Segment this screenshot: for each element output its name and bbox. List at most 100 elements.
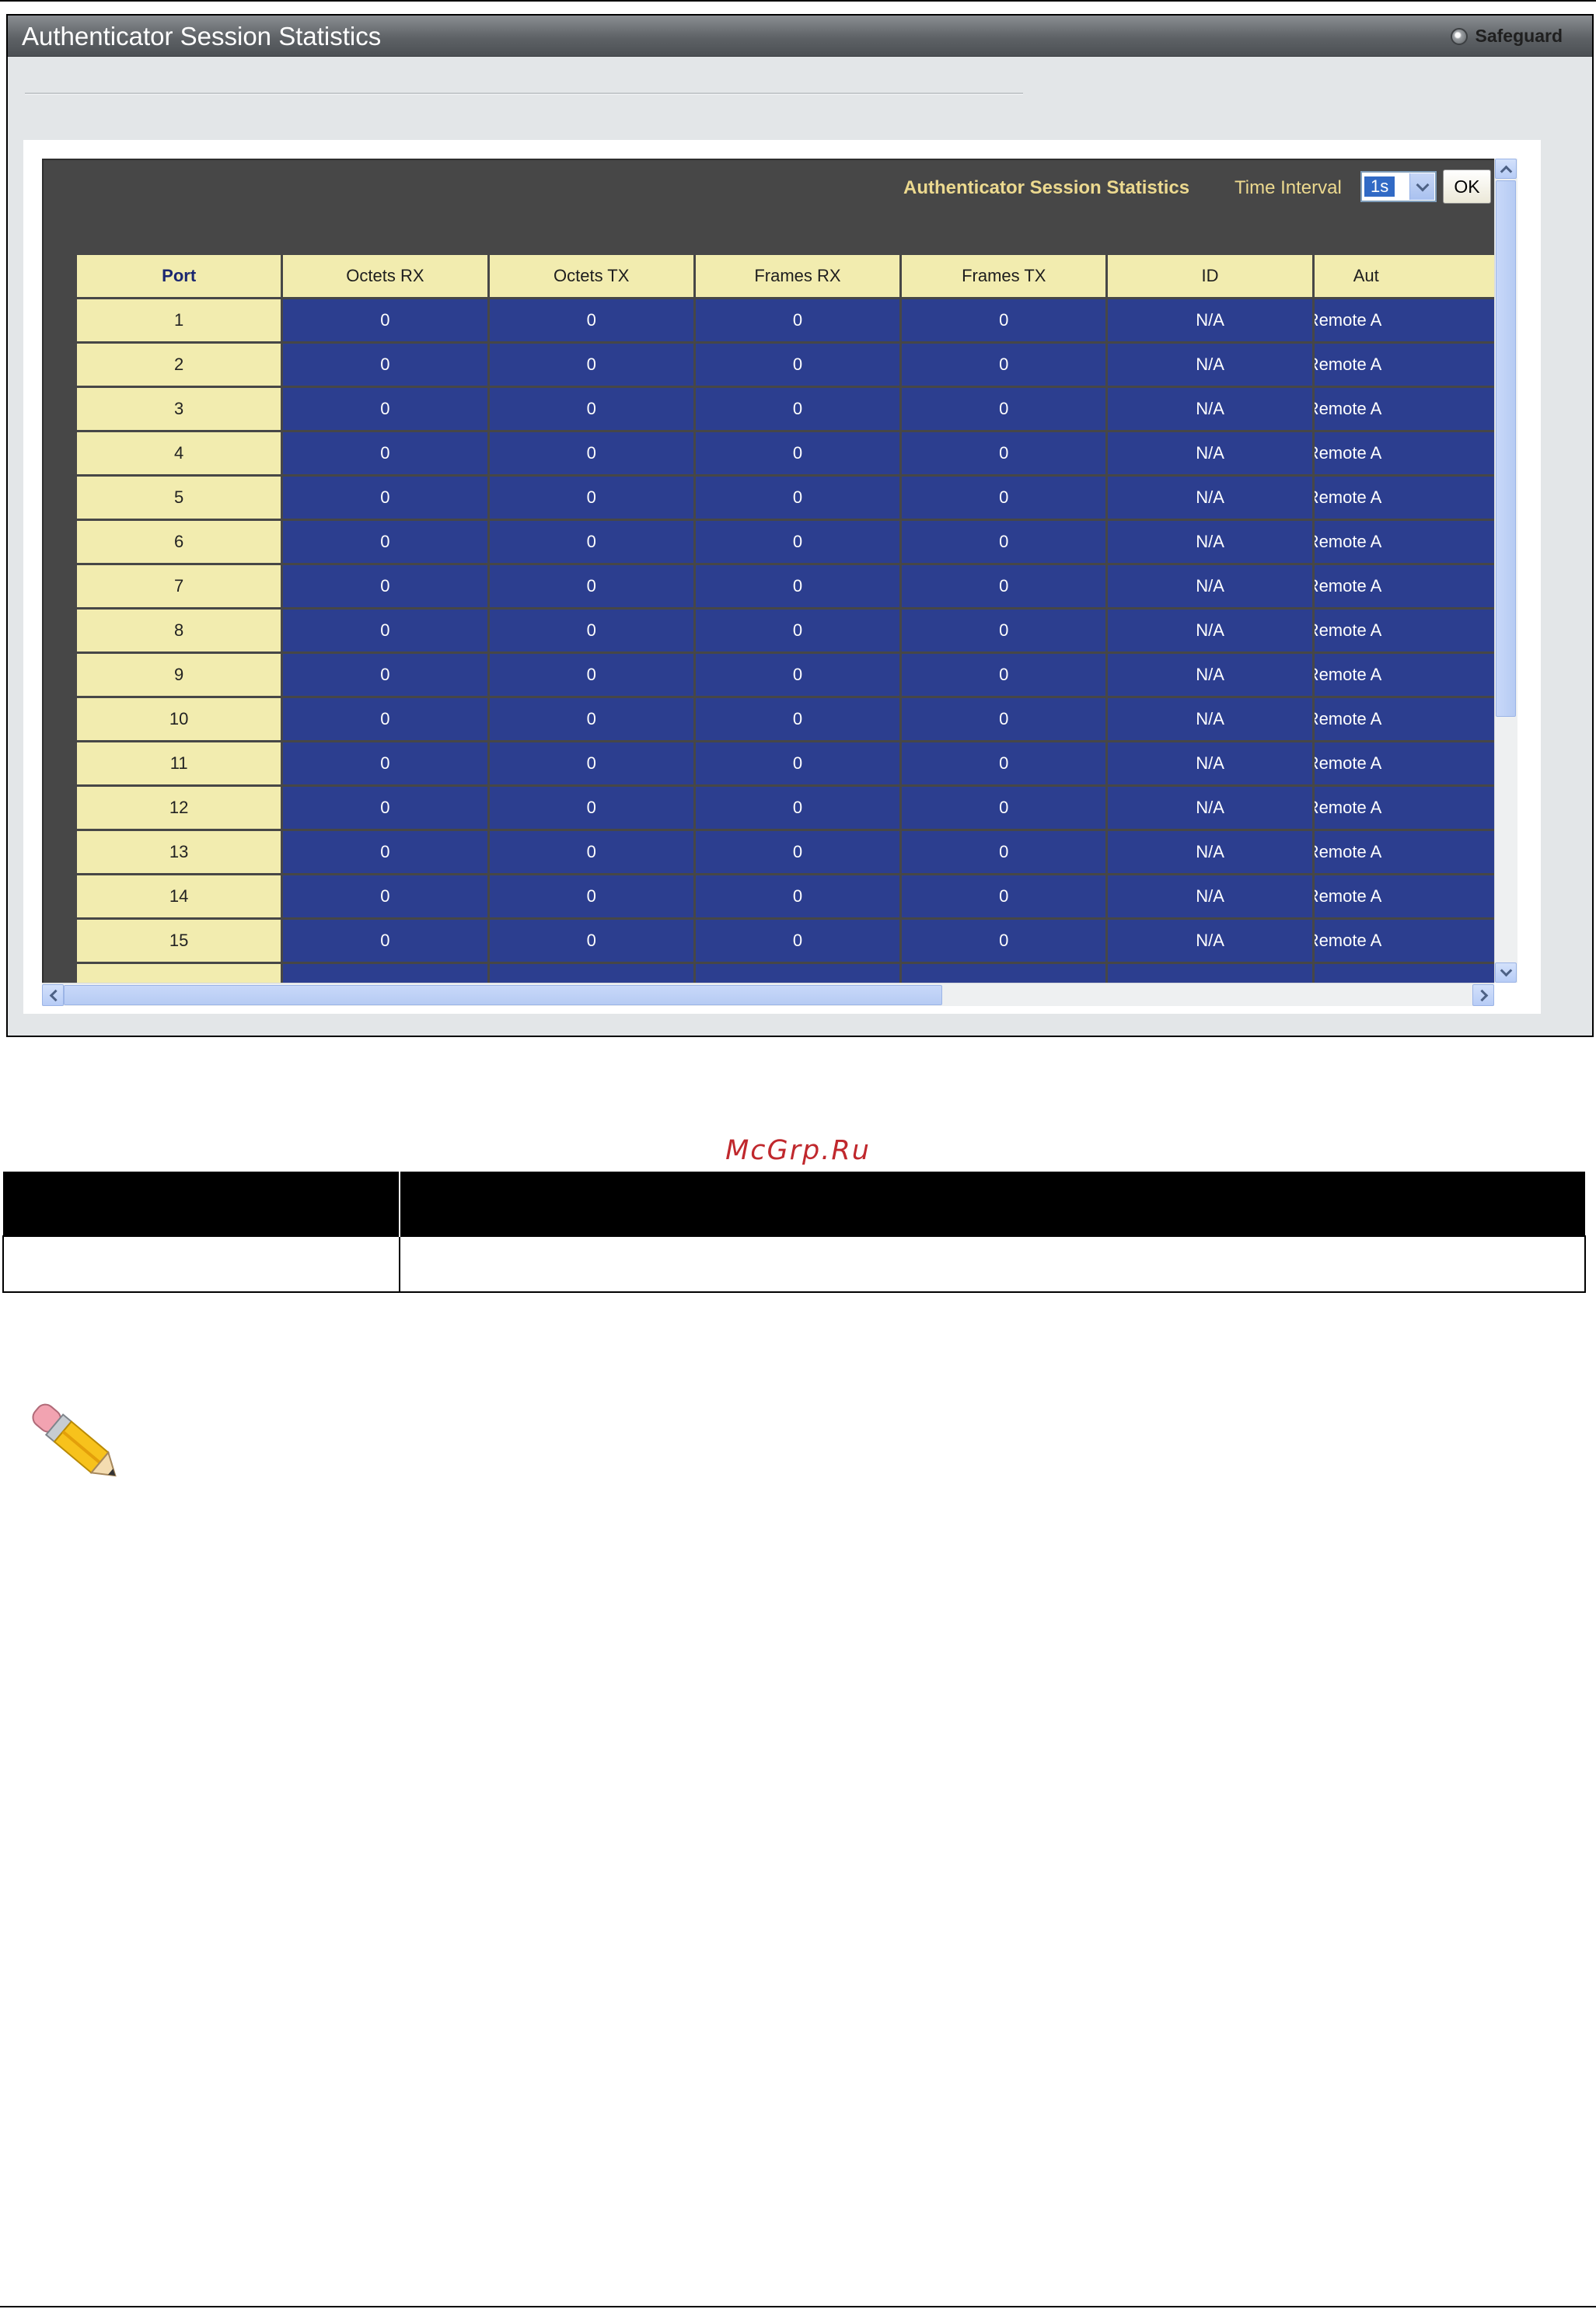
table-cell: 0 (489, 920, 693, 962)
table-cell: 0 (695, 432, 900, 474)
table-header-row: Port Octets RX Octets TX Frames RX Frames TX… (77, 255, 1494, 297)
table-cell: Remote A (1314, 521, 1494, 563)
table-cell: 0 (902, 742, 1106, 784)
description-table (2, 1172, 1586, 1293)
scroll-up-arrow-icon[interactable] (1495, 159, 1517, 179)
table-cell: 0 (489, 654, 693, 696)
table-cell: Remote A (1314, 610, 1494, 651)
time-interval-label: Time Interval (1235, 177, 1342, 198)
table-cell: 0 (695, 521, 900, 563)
table-cell: N/A (1108, 299, 1312, 341)
description-header-row (3, 1172, 1585, 1236)
table-cell: Remote A (1314, 742, 1494, 784)
table-cell: 0 (902, 521, 1106, 563)
port-cell: 11 (77, 742, 281, 784)
page-title: Authenticator Session Statistics (22, 22, 382, 51)
table-cell: Remote A (1314, 432, 1494, 474)
table-row: 60000N/ARemote A (77, 521, 1494, 563)
time-interval-select[interactable]: 1s (1360, 171, 1437, 202)
ok-button[interactable]: OK (1443, 169, 1491, 204)
table-row: 70000N/ARemote A (77, 565, 1494, 607)
table-cell: N/A (1108, 521, 1312, 563)
table-cell: 0 (283, 742, 487, 784)
table-cell: 0 (489, 477, 693, 519)
vertical-scroll-thumb[interactable] (1496, 180, 1516, 717)
table-row: 120000N/ARemote A (77, 787, 1494, 829)
title-divider (25, 93, 1023, 95)
table-cell: 0 (283, 432, 487, 474)
table-cell: 0 (489, 388, 693, 430)
table-cell: N/A (1108, 477, 1312, 519)
port-cell: 8 (77, 610, 281, 651)
table-cell: 0 (695, 344, 900, 386)
table-cell: 0 (902, 477, 1106, 519)
safeguard-circle-icon (1450, 27, 1468, 45)
table-cell (902, 964, 1106, 983)
table-cell: 0 (902, 654, 1106, 696)
horizontal-scrollbar[interactable] (42, 983, 1494, 1006)
table-cell: 0 (489, 565, 693, 607)
table-cell: 0 (489, 831, 693, 873)
table-cell (489, 964, 693, 983)
table-cell: 0 (695, 742, 900, 784)
table-cell: 0 (695, 787, 900, 829)
scroll-down-arrow-icon[interactable] (1495, 962, 1517, 983)
chevron-down-icon[interactable] (1409, 173, 1434, 200)
page-top-rule (0, 0, 1596, 2)
column-header: Port (77, 255, 281, 297)
table-cell: 0 (902, 610, 1106, 651)
table-cell: 0 (283, 920, 487, 962)
table-cell: 0 (902, 565, 1106, 607)
table-cell: Remote A (1314, 654, 1494, 696)
table-cell: 0 (489, 610, 693, 651)
port-cell: 10 (77, 698, 281, 740)
statistics-panel: Authenticator Session Statistics Time In… (42, 159, 1494, 983)
table-row: 10000N/ARemote A (77, 299, 1494, 341)
table-cell: 0 (695, 610, 900, 651)
screenshot-window: Authenticator Session Statistics Safegua… (6, 14, 1594, 1037)
table-cell: N/A (1108, 875, 1312, 917)
table-row: 90000N/ARemote A (77, 654, 1494, 696)
vertical-scrollbar[interactable] (1494, 159, 1517, 983)
column-header: ID (1108, 255, 1312, 297)
table-cell: 0 (695, 875, 900, 917)
table-row: 50000N/ARemote A (77, 477, 1494, 519)
table-cell: N/A (1108, 787, 1312, 829)
table-cell: N/A (1108, 698, 1312, 740)
table-cell (1108, 964, 1312, 983)
table-row: 110000N/ARemote A (77, 742, 1494, 784)
port-cell: 5 (77, 477, 281, 519)
table-cell: 0 (489, 742, 693, 784)
table-cell (695, 964, 900, 983)
table-row: 30000N/ARemote A (77, 388, 1494, 430)
safeguard-badge: Safeguard (1450, 26, 1563, 47)
port-cell: 13 (77, 831, 281, 873)
table-cell: 0 (695, 477, 900, 519)
horizontal-scroll-thumb[interactable] (64, 985, 942, 1005)
description-header-cell (3, 1172, 400, 1236)
table-cell: 0 (695, 565, 900, 607)
table-row (77, 964, 1494, 983)
scroll-right-arrow-icon[interactable] (1472, 984, 1494, 1006)
table-cell: N/A (1108, 388, 1312, 430)
port-cell (77, 964, 281, 983)
port-cell: 6 (77, 521, 281, 563)
table-cell: 0 (902, 787, 1106, 829)
table-cell: Remote A (1314, 299, 1494, 341)
table-row: 150000N/ARemote A (77, 920, 1494, 962)
table-cell: 0 (695, 388, 900, 430)
table-cell: 0 (489, 787, 693, 829)
table-cell: N/A (1108, 742, 1312, 784)
column-header: Aut (1314, 255, 1494, 297)
panel-label: Authenticator Session Statistics (903, 177, 1190, 198)
description-cell (399, 1235, 1586, 1293)
table-cell: Remote A (1314, 831, 1494, 873)
table-cell: Remote A (1314, 920, 1494, 962)
table-cell: 0 (902, 920, 1106, 962)
scroll-viewport: Authenticator Session Statistics Time In… (23, 140, 1541, 1014)
safeguard-label: Safeguard (1475, 26, 1563, 46)
table-row: 100000N/ARemote A (77, 698, 1494, 740)
table-cell: N/A (1108, 654, 1312, 696)
table-cell: N/A (1108, 610, 1312, 651)
scroll-left-arrow-icon[interactable] (42, 984, 64, 1006)
